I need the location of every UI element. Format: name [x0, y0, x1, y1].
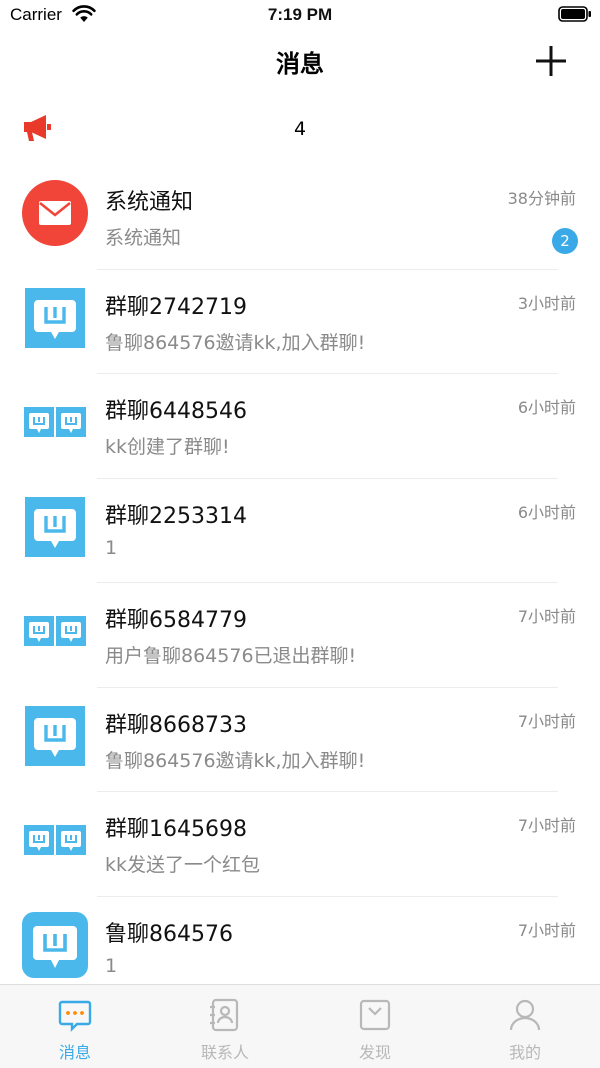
double-chat-icon — [24, 825, 86, 855]
conversation-row[interactable]: 系统通知 系统通知 38分钟前 2 — [0, 165, 600, 270]
notice-bar[interactable]: 4 — [0, 100, 600, 160]
battery-icon — [558, 6, 591, 22]
conversation-row[interactable]: 群聊6448546 kk创建了群聊! 6小时前 — [0, 374, 600, 479]
conversation-time: 7小时前 — [517, 920, 576, 940]
conversation-row[interactable]: 群聊2742719 鲁聊864576邀请kk,加入群聊! 3小时前 — [0, 270, 600, 374]
conversation-time: 38分钟前 — [507, 189, 576, 208]
conversation-row[interactable]: 群聊2253314 1 6小时前 — [0, 479, 600, 583]
profile-icon — [509, 999, 541, 1031]
single-chat-icon — [25, 496, 85, 557]
tab-label: 我的 — [508, 1043, 541, 1062]
conversation-title: 系统通知 — [105, 190, 194, 215]
discover-icon — [359, 999, 391, 1031]
status-bar: Carrier 7:19 PM — [0, 0, 600, 34]
tab-label: 联系人 — [200, 1043, 249, 1062]
tab-discover[interactable]: 发现 — [300, 985, 450, 1068]
conversation-title: 群聊1645698 — [105, 817, 247, 842]
conversation-title: 群聊2253314 — [105, 503, 247, 529]
conversation-time: 7小时前 — [517, 816, 576, 835]
notice-count: 4 — [293, 118, 307, 140]
app-chat-icon — [22, 911, 88, 978]
conversation-row[interactable]: 群聊1645698 kk发送了一个红包 7小时前 — [0, 792, 600, 897]
tab-profile[interactable]: 我的 — [450, 985, 600, 1068]
conversation-subtitle: 1 — [105, 954, 118, 977]
conversation-time: 3小时前 — [517, 293, 576, 313]
mail-icon — [22, 180, 88, 246]
conversation-row[interactable]: 群聊8668733 鲁聊864576邀请kk,加入群聊! 7小时前 — [0, 688, 600, 792]
conversation-title: 群聊6584779 — [105, 608, 247, 633]
contacts-icon — [210, 998, 239, 1032]
conversation-subtitle: kk发送了一个红包 — [105, 854, 261, 876]
single-chat-icon — [25, 287, 85, 348]
conversation-row[interactable]: 群聊6584779 用户鲁聊864576已退出群聊! 7小时前 — [0, 583, 600, 688]
conversation-time: 6小时前 — [517, 502, 576, 522]
conversation-title: 群聊6448546 — [105, 399, 247, 424]
conversation-time: 6小时前 — [517, 398, 576, 417]
status-time: 7:19 PM — [267, 5, 333, 24]
plus-icon[interactable] — [534, 44, 568, 78]
tab-contacts[interactable]: 联系人 — [150, 985, 300, 1068]
conversation-subtitle: 1 — [105, 536, 118, 559]
single-chat-icon — [25, 705, 85, 766]
double-chat-icon — [24, 407, 86, 437]
conversation-title: 鲁聊864576 — [105, 921, 233, 947]
conversation-time: 7小时前 — [517, 607, 576, 626]
conversation-subtitle: 用户鲁聊864576已退出群聊! — [105, 645, 357, 667]
conversation-title: 群聊8668733 — [105, 712, 247, 738]
tab-bar: 消息 联系人 发现 我的 — [0, 984, 600, 1068]
double-chat-icon — [24, 616, 86, 646]
unread-badge: 2 — [552, 228, 578, 254]
tab-label: 消息 — [58, 1043, 91, 1062]
conversation-subtitle: 系统通知 — [105, 227, 182, 249]
conversation-title: 群聊2742719 — [105, 294, 247, 320]
conversation-time: 7小时前 — [517, 711, 576, 731]
conversation-subtitle: kk创建了群聊! — [105, 436, 230, 458]
tab-messages[interactable]: 消息 — [0, 985, 150, 1068]
message-icon — [58, 1000, 92, 1032]
conversation-list: 系统通知 系统通知 38分钟前 2 群聊2742719 鲁聊864576邀请kk… — [0, 165, 600, 1001]
tab-label: 发现 — [358, 1043, 391, 1062]
nav-bar: 消息 — [0, 34, 600, 90]
conversation-subtitle: 鲁聊864576邀请kk,加入群聊! — [105, 331, 366, 354]
page-title: 消息 — [276, 50, 324, 78]
conversation-subtitle: 鲁聊864576邀请kk,加入群聊! — [105, 749, 366, 772]
